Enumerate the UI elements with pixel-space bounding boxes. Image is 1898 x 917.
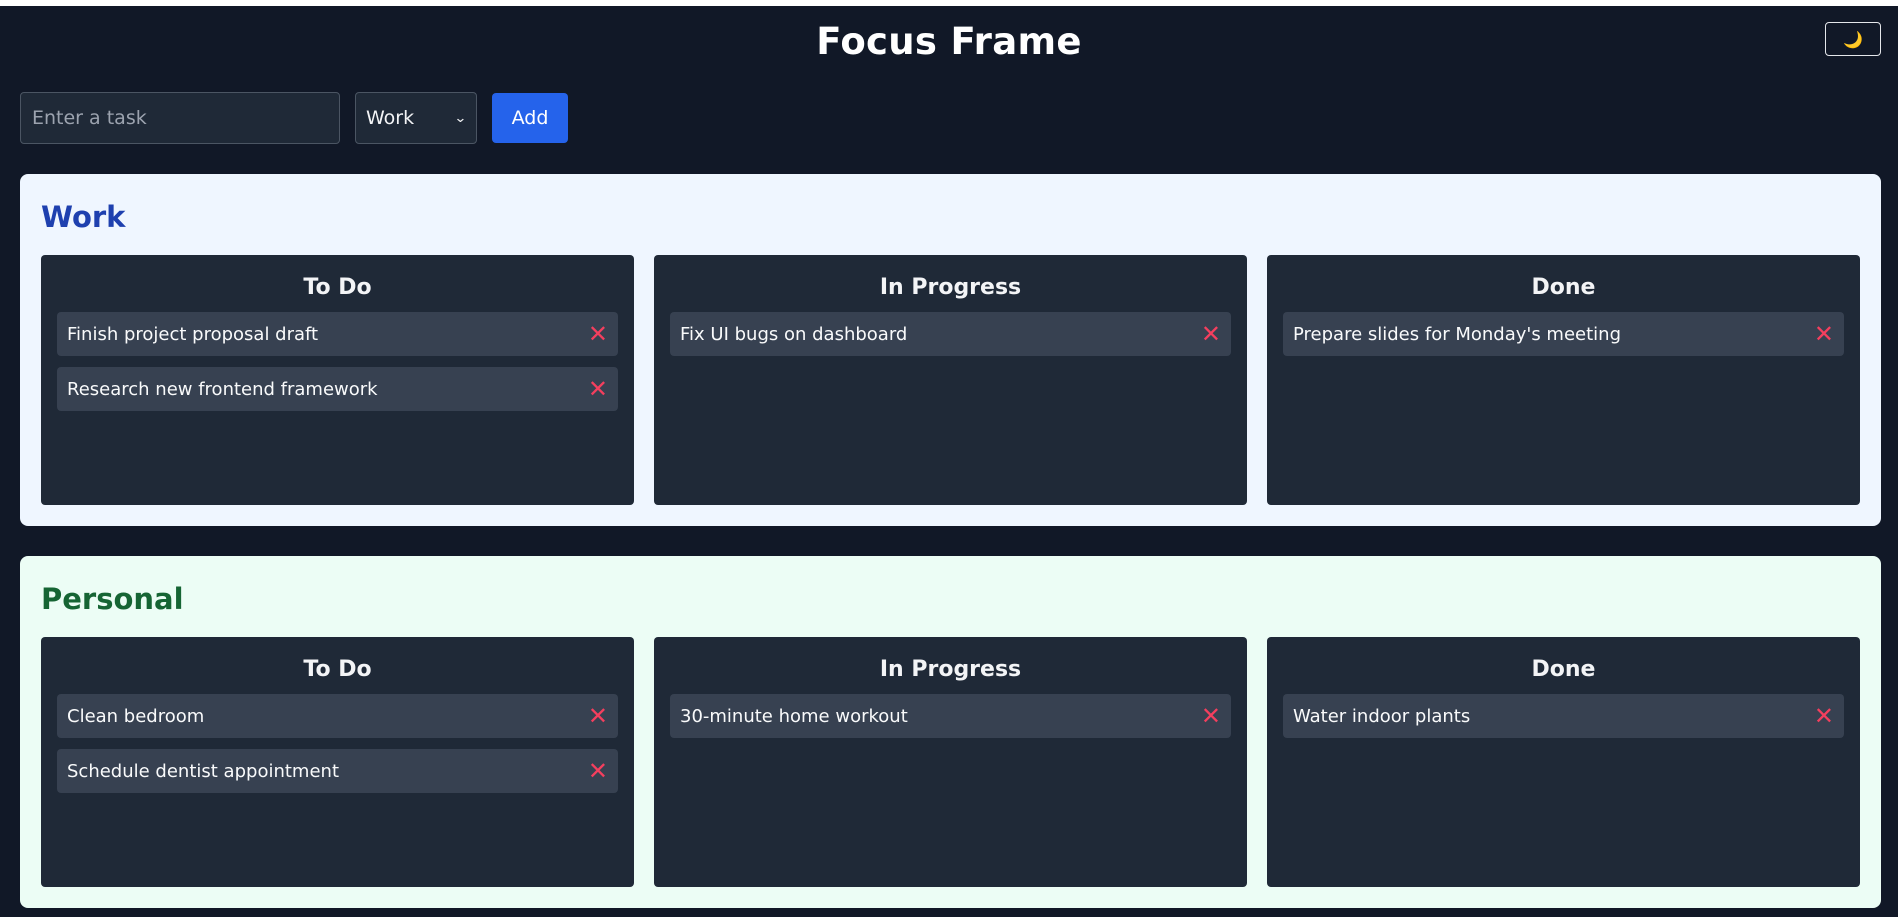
task-card[interactable]: 30-minute home workout ✕: [670, 694, 1231, 738]
column-title: To Do: [303, 275, 372, 300]
task-card[interactable]: Water indoor plants ✕: [1283, 694, 1844, 738]
task-text: Clean bedroom: [67, 705, 205, 727]
column-in-progress: In Progress 30-minute home workout ✕: [654, 637, 1247, 887]
column-title: Done: [1531, 657, 1596, 682]
moon-icon: 🌙: [1843, 29, 1863, 49]
delete-icon[interactable]: ✕: [588, 322, 608, 346]
category-title: Work: [41, 200, 126, 234]
app-title: Focus Frame: [816, 20, 1082, 63]
delete-icon[interactable]: ✕: [588, 704, 608, 728]
task-input[interactable]: [20, 92, 340, 144]
category-title: Personal: [41, 582, 184, 616]
task-text: Research new frontend framework: [67, 378, 378, 400]
task-text: Finish project proposal draft: [67, 323, 319, 345]
chevron-down-icon: ⌄: [454, 110, 468, 126]
delete-icon[interactable]: ✕: [1201, 704, 1221, 728]
board-columns: To Do Finish project proposal draft ✕ Re…: [41, 255, 1860, 505]
delete-icon[interactable]: ✕: [1201, 322, 1221, 346]
column-done: Done Prepare slides for Monday's meeting…: [1267, 255, 1860, 505]
delete-icon[interactable]: ✕: [1814, 322, 1834, 346]
column-in-progress: In Progress Fix UI bugs on dashboard ✕: [654, 255, 1247, 505]
delete-icon[interactable]: ✕: [588, 377, 608, 401]
task-card[interactable]: Finish project proposal draft ✕: [57, 312, 618, 356]
task-card[interactable]: Fix UI bugs on dashboard ✕: [670, 312, 1231, 356]
column-title: In Progress: [879, 275, 1022, 300]
task-card[interactable]: Prepare slides for Monday's meeting ✕: [1283, 312, 1844, 356]
task-text: 30-minute home workout: [680, 705, 908, 727]
board-columns: To Do Clean bedroom ✕ Schedule dentist a…: [41, 637, 1860, 887]
task-card[interactable]: Schedule dentist appointment ✕: [57, 749, 618, 793]
category-select-value: Work: [366, 107, 415, 129]
column-done: Done Water indoor plants ✕: [1267, 637, 1860, 887]
task-text: Prepare slides for Monday's meeting: [1293, 323, 1622, 345]
theme-toggle-button[interactable]: 🌙: [1825, 22, 1881, 56]
column-title: To Do: [303, 657, 372, 682]
column-title: Done: [1531, 275, 1596, 300]
category-select[interactable]: Work ⌄: [355, 92, 477, 144]
task-form: Work ⌄ Add: [20, 92, 568, 144]
column-title: In Progress: [879, 657, 1022, 682]
task-text: Water indoor plants: [1293, 705, 1471, 727]
delete-icon[interactable]: ✕: [588, 759, 608, 783]
task-card[interactable]: Clean bedroom ✕: [57, 694, 618, 738]
add-task-button[interactable]: Add: [492, 93, 568, 143]
delete-icon[interactable]: ✕: [1814, 704, 1834, 728]
column-todo: To Do Finish project proposal draft ✕ Re…: [41, 255, 634, 505]
task-text: Fix UI bugs on dashboard: [680, 323, 908, 345]
category-work: Work To Do Finish project proposal draft…: [20, 174, 1881, 526]
column-todo: To Do Clean bedroom ✕ Schedule dentist a…: [41, 637, 634, 887]
category-personal: Personal To Do Clean bedroom ✕ Schedule …: [20, 556, 1881, 908]
task-card[interactable]: Research new frontend framework ✕: [57, 367, 618, 411]
task-text: Schedule dentist appointment: [67, 760, 339, 782]
